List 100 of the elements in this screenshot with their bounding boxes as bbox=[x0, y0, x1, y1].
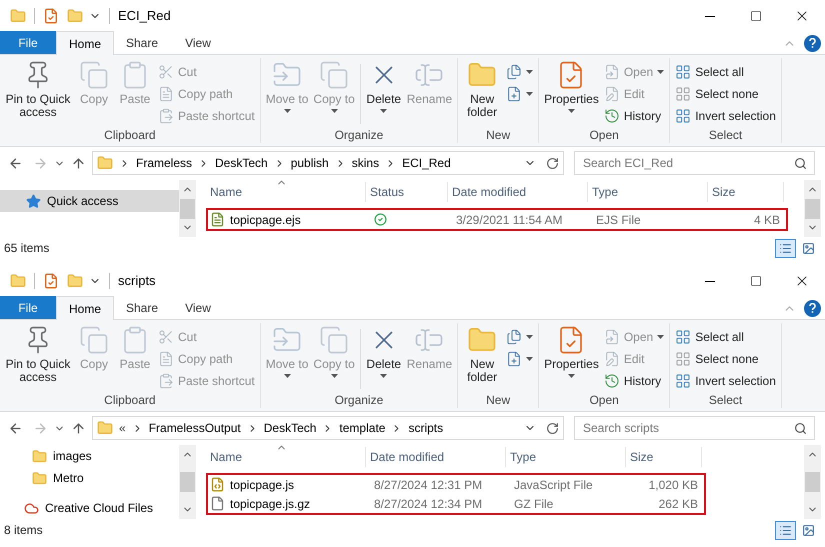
file-tab[interactable]: File bbox=[0, 31, 56, 54]
ribbon-button[interactable]: Properties bbox=[542, 325, 601, 378]
scrollbar[interactable] bbox=[804, 445, 821, 519]
column-header[interactable]: Type bbox=[506, 447, 626, 467]
refresh-icon[interactable] bbox=[546, 422, 559, 434]
text-file-icon bbox=[210, 212, 225, 227]
ribbon-tab[interactable]: Home bbox=[56, 31, 114, 55]
address-field[interactable]: Frameless DeskTech publish skins ECI_Red bbox=[92, 151, 564, 175]
nav-item[interactable]: images bbox=[0, 445, 179, 467]
back-icon[interactable] bbox=[8, 156, 23, 170]
copy-icon bbox=[79, 60, 109, 90]
nav-item[interactable]: Creative Cloud Files bbox=[0, 497, 179, 519]
scissors-icon bbox=[158, 329, 174, 345]
breadcrumb[interactable]: publish bbox=[290, 154, 329, 172]
image-icon bbox=[802, 524, 815, 536]
column-header[interactable]: Size bbox=[626, 447, 702, 467]
scroll-thumb[interactable] bbox=[805, 198, 820, 218]
nav-item[interactable]: Metro bbox=[0, 467, 179, 489]
breadcrumb[interactable]: scripts bbox=[408, 419, 444, 437]
breadcrumb[interactable]: DeskTech bbox=[264, 419, 316, 437]
breadcrumb[interactable]: Frameless bbox=[136, 154, 192, 172]
scroll-thumb[interactable] bbox=[805, 472, 820, 492]
ribbon-button[interactable]: Delete bbox=[364, 60, 404, 113]
select-none-icon bbox=[675, 86, 692, 102]
history-icon bbox=[604, 373, 620, 389]
ribbon-button[interactable]: Invert selection bbox=[673, 371, 778, 391]
file-tab[interactable]: File bbox=[0, 296, 56, 319]
details-view-button[interactable] bbox=[775, 520, 796, 540]
cloud-icon bbox=[24, 500, 39, 516]
back-icon[interactable] bbox=[8, 420, 23, 436]
column-header[interactable]: Status bbox=[366, 182, 448, 202]
group-label: Open bbox=[588, 127, 620, 143]
properties-icon[interactable] bbox=[43, 8, 59, 24]
help-icon[interactable] bbox=[804, 300, 821, 316]
image-icon bbox=[802, 242, 815, 254]
file-icon bbox=[210, 496, 225, 511]
scrollbar[interactable] bbox=[179, 180, 196, 237]
breadcrumb[interactable]: skins bbox=[352, 154, 380, 172]
item-count: 65 items bbox=[4, 240, 50, 257]
column-header[interactable]: Name bbox=[206, 182, 366, 202]
column-header[interactable]: Size bbox=[708, 182, 784, 202]
ribbon-button[interactable]: Delete bbox=[364, 325, 404, 378]
ribbon-button[interactable]: History bbox=[602, 371, 666, 391]
invert-selection-icon bbox=[675, 108, 692, 124]
ribbon-tab[interactable]: Home bbox=[56, 296, 114, 320]
folder-icon bbox=[32, 448, 47, 464]
up-icon[interactable] bbox=[71, 156, 86, 170]
ribbon-button[interactable]: Pin to Quick access bbox=[3, 60, 73, 119]
path-icon bbox=[158, 351, 174, 367]
nav-item[interactable]: Quick access bbox=[0, 190, 179, 212]
overflow-chevron[interactable]: « bbox=[119, 419, 126, 437]
easy-access-icon bbox=[506, 351, 522, 367]
address-field[interactable]: « FramelessOutput DeskTech template scripts bbox=[92, 416, 564, 440]
ribbon-tab[interactable]: Share bbox=[114, 296, 170, 319]
ribbon-button[interactable]: Select all bbox=[673, 62, 778, 82]
script-file-icon bbox=[210, 477, 225, 492]
ribbon-button[interactable]: Pin to Quick access bbox=[3, 325, 73, 384]
maximize-icon bbox=[750, 275, 762, 287]
ribbon-tab[interactable]: View bbox=[170, 31, 226, 54]
scroll-thumb[interactable] bbox=[180, 472, 195, 492]
scroll-thumb[interactable] bbox=[180, 198, 195, 218]
refresh-icon[interactable] bbox=[546, 156, 559, 170]
properties-icon[interactable] bbox=[43, 273, 59, 289]
breadcrumb[interactable]: ECI_Red bbox=[402, 154, 451, 172]
ribbon-tab[interactable]: Share bbox=[114, 31, 170, 54]
scrollbar[interactable] bbox=[179, 445, 196, 519]
list-icon bbox=[779, 242, 792, 254]
up-icon[interactable] bbox=[71, 420, 86, 436]
ribbon-button[interactable]: History bbox=[602, 106, 666, 126]
ribbon-button[interactable]: Select none bbox=[673, 349, 778, 369]
ribbon-button[interactable]: New folder bbox=[461, 60, 504, 119]
easy-access-icon bbox=[506, 86, 522, 102]
search-icon bbox=[794, 422, 807, 434]
column-header[interactable]: Date modified bbox=[366, 447, 506, 467]
column-header[interactable]: Date modified bbox=[448, 182, 588, 202]
ribbon-button[interactable]: New folder bbox=[461, 325, 504, 384]
scrollbar[interactable] bbox=[804, 180, 821, 237]
ribbon-button[interactable]: Invert selection bbox=[673, 106, 778, 126]
table-cell-text: 1,020 KB bbox=[648, 476, 698, 494]
ribbon-button[interactable]: Properties bbox=[542, 60, 601, 113]
list-icon bbox=[779, 524, 792, 536]
ribbon-button[interactable]: Select all bbox=[673, 327, 778, 347]
maximize-icon bbox=[750, 10, 762, 22]
ribbon-button[interactable]: Select none bbox=[673, 84, 778, 104]
help-icon[interactable] bbox=[804, 34, 821, 52]
group-label: Organize bbox=[334, 127, 384, 143]
column-header[interactable]: Type bbox=[588, 182, 708, 202]
breadcrumb[interactable]: template bbox=[339, 419, 386, 437]
search-field[interactable]: Search scripts bbox=[574, 416, 815, 440]
search-field[interactable]: Search ECI_Red bbox=[574, 151, 815, 175]
file-row[interactable]: topicpage.js.gz 8/27/2024 12:34 PM GZ File 262 KB bbox=[208, 494, 704, 513]
file-row[interactable]: topicpage.js 8/27/2024 12:31 PM JavaScript File 1,020 KB bbox=[208, 475, 704, 494]
new-item-icon bbox=[506, 329, 522, 345]
details-view-button[interactable] bbox=[775, 238, 796, 258]
item-count: 8 items bbox=[4, 522, 43, 539]
file-row[interactable]: topicpage.ejs 3/29/2021 11:54 AM EJS File 4 KB bbox=[208, 210, 786, 229]
column-header[interactable]: Name bbox=[206, 447, 366, 467]
breadcrumb[interactable]: FramelessOutput bbox=[148, 419, 241, 437]
ribbon-tab[interactable]: View bbox=[170, 296, 226, 319]
breadcrumb[interactable]: DeskTech bbox=[215, 154, 268, 172]
